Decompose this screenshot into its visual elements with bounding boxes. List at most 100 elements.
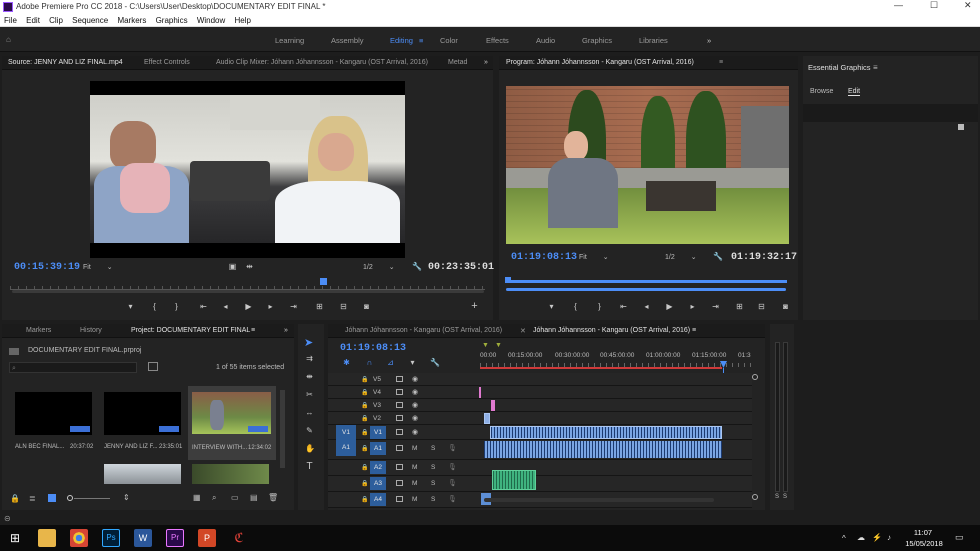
mute-button[interactable]: M [412, 464, 417, 471]
add-marker-icon[interactable]: ▾ [126, 302, 135, 311]
project-item-2[interactable]: JENNY AND LIZ F... 23:35:01 [104, 392, 182, 458]
mute-button[interactable]: M [412, 480, 417, 487]
essential-menu-icon[interactable]: ≡ [873, 63, 878, 72]
tab-sequence-1[interactable]: Jóhann Jóhannsson - Kangaru (OST Arrival… [345, 327, 502, 334]
edit-tab[interactable]: Edit [848, 88, 861, 96]
track-label[interactable]: V4 [373, 389, 381, 396]
sort-icon[interactable]: ⇕ [123, 493, 130, 502]
overwrite-icon[interactable]: ⊟ [339, 302, 348, 311]
clock-date[interactable]: 15/05/2018 [902, 539, 946, 548]
hand-icon[interactable]: ✋ [305, 444, 315, 453]
source-timecode[interactable]: 00:15:39:19 [14, 262, 80, 273]
mark-in-icon[interactable]: { [150, 302, 159, 311]
step-forward-icon[interactable]: ▸ [266, 302, 275, 311]
eye-icon[interactable]: ◉ [412, 401, 418, 409]
lock-track-icon[interactable]: 🔒 [361, 429, 368, 436]
solo-button[interactable]: S [431, 445, 435, 452]
program-go-to-in-icon[interactable]: ⇤ [619, 302, 628, 311]
razor-icon[interactable]: ✂ [305, 390, 314, 399]
solo-right-button[interactable]: S [783, 494, 787, 500]
tab-markers[interactable]: Markers [26, 327, 51, 334]
project-item-5[interactable] [104, 464, 181, 484]
go-to-in-icon[interactable]: ⇤ [199, 302, 208, 311]
menu-clip[interactable]: Clip [49, 16, 63, 25]
workspace-effects[interactable]: Effects [486, 36, 509, 45]
program-scrubber[interactable] [506, 280, 787, 283]
powerpoint-icon[interactable]: P [198, 529, 216, 547]
workspace-graphics[interactable]: Graphics [582, 36, 612, 45]
sync-lock-icon[interactable] [396, 402, 403, 408]
video-clip-v1[interactable] [490, 426, 722, 439]
play-icon[interactable]: ▶ [244, 302, 253, 311]
mute-button[interactable]: M [412, 445, 417, 452]
track-label[interactable]: V3 [373, 402, 381, 409]
project-item-1[interactable]: ALN BEC FINAL... 20:37:02 [15, 392, 93, 458]
track-label[interactable]: A4 [370, 493, 386, 506]
sync-lock-icon[interactable] [396, 376, 403, 382]
lock-track-icon[interactable]: 🔒 [361, 376, 368, 383]
menu-markers[interactable]: Markers [117, 16, 146, 25]
project-more-icon[interactable]: » [284, 327, 288, 334]
trash-icon[interactable]: 🗑 [268, 493, 278, 502]
zoom-slider[interactable] [74, 498, 110, 499]
track-label[interactable]: V5 [373, 376, 381, 383]
go-to-out-icon[interactable]: ⇥ [289, 302, 298, 311]
scroll-handle-top[interactable] [752, 374, 758, 380]
program-zoom-bar[interactable] [506, 288, 786, 291]
audio-clip-a1[interactable] [484, 441, 722, 458]
menu-help[interactable]: Help [235, 16, 251, 25]
workspace-audio[interactable]: Audio [536, 36, 555, 45]
lock-track-icon[interactable]: 🔒 [361, 402, 368, 409]
source-patch-a1[interactable]: A1 [336, 440, 356, 456]
source-video[interactable] [90, 81, 405, 258]
project-scrollbar[interactable] [280, 390, 285, 468]
program-play-icon[interactable]: ▶ [665, 302, 674, 311]
sync-lock-icon[interactable] [396, 415, 403, 421]
sync-lock-icon[interactable] [396, 464, 403, 470]
program-video[interactable] [506, 86, 789, 244]
lock-icon[interactable]: 🔒 [10, 494, 20, 503]
voiceover-icon[interactable]: 🎙 [448, 444, 457, 452]
automate-icon[interactable]: ▦ [193, 493, 201, 502]
extract-icon[interactable]: ⊟ [757, 302, 766, 311]
menu-graphics[interactable]: Graphics [156, 16, 188, 25]
track-select-icon[interactable]: ⇉ [305, 354, 314, 363]
new-bin-icon[interactable] [148, 362, 158, 371]
network-icon[interactable]: ⚡ [872, 533, 882, 542]
track-label[interactable]: A3 [370, 477, 386, 490]
new-item-icon[interactable]: ▤ [250, 493, 258, 502]
project-menu-icon[interactable]: ≡ [251, 327, 255, 334]
camera-icon[interactable]: ◙ [362, 302, 371, 311]
menu-window[interactable]: Window [197, 16, 225, 25]
solo-button[interactable]: S [431, 496, 435, 503]
sync-lock-icon[interactable] [396, 389, 403, 395]
program-camera-icon[interactable]: ◙ [781, 302, 790, 311]
notifications-icon[interactable]: ▭ [955, 532, 964, 543]
sync-lock-icon[interactable] [396, 429, 403, 435]
clip[interactable] [491, 400, 495, 411]
type-tool-icon[interactable]: T [305, 462, 314, 472]
windows-start-icon[interactable]: ⊞ [10, 531, 20, 545]
workspace-editing[interactable]: Editing [390, 36, 413, 45]
program-fit-select[interactable]: Fit ⌄ [579, 253, 609, 261]
program-go-to-out-icon[interactable]: ⇥ [711, 302, 720, 311]
program-wrench-icon[interactable]: 🔧 [713, 252, 723, 261]
lift-icon[interactable]: ⊞ [735, 302, 744, 311]
zoom-slider-handle[interactable] [67, 495, 73, 501]
tab-program[interactable]: Program: Jóhann Jóhannsson - Kangaru (OS… [506, 59, 694, 66]
source-fit-select[interactable]: Fit ⌄ [83, 263, 113, 271]
volume-icon[interactable]: ♪ [887, 533, 891, 542]
photoshop-icon[interactable]: Ps [102, 529, 120, 547]
workspace-color[interactable]: Color [440, 36, 458, 45]
settings-icon[interactable]: ▣ [228, 262, 237, 271]
tab-history[interactable]: History [80, 327, 102, 334]
file-explorer-icon[interactable] [38, 529, 56, 547]
program-quality-select[interactable]: 1/2 ⌄ [665, 253, 697, 261]
project-search-input[interactable]: ⌕ [9, 362, 137, 373]
menu-edit[interactable]: Edit [26, 16, 40, 25]
maximize-icon[interactable]: ☐ [930, 0, 938, 11]
voiceover-icon[interactable]: 🎙 [448, 495, 457, 503]
tray-chevron-icon[interactable]: ^ [842, 534, 846, 543]
project-item-3-selected[interactable]: INTERVIEW WITH... 12:34:02 [188, 386, 276, 460]
voiceover-icon[interactable]: 🎙 [448, 463, 457, 471]
